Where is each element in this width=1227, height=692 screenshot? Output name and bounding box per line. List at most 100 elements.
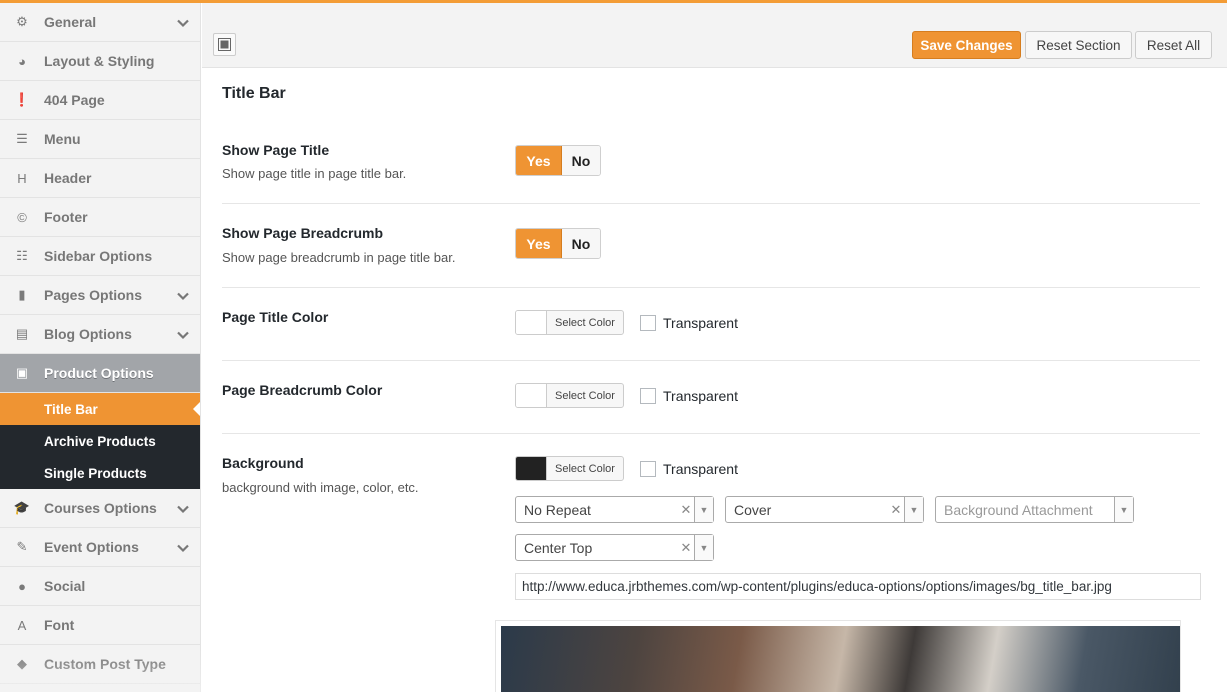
reset-all-button[interactable]: Reset All (1135, 31, 1212, 59)
submenu-item-single-products[interactable]: Single Products (0, 457, 200, 489)
toggle-yes-button[interactable]: Yes (516, 229, 562, 258)
menu-icon: ☰ (16, 131, 28, 146)
chevron-down-icon[interactable] (176, 541, 190, 555)
checkbox-box[interactable] (640, 315, 656, 331)
list-icon: ☷ (16, 248, 28, 263)
sidebar-item-footer[interactable]: © Footer (0, 198, 200, 237)
select-color-label: Select Color (555, 389, 615, 402)
copyright-icon: © (17, 209, 27, 225)
palette-icon: ◕ (18, 53, 26, 69)
field-description: background with image, color, etc. (222, 480, 419, 495)
expand-icon (218, 38, 231, 51)
clear-icon[interactable]: ✕ (888, 502, 904, 518)
background-position-select[interactable]: Center Top ✕ ▼ (515, 534, 714, 561)
sidebar-item-sidebar-options[interactable]: ☷ Sidebar Options (0, 237, 200, 276)
chevron-down-icon[interactable] (176, 328, 190, 342)
product-options-submenu: Title Bar Archive Products Single Products (0, 393, 200, 489)
reset-section-button[interactable]: Reset Section (1025, 31, 1132, 59)
select-color-label: Select Color (555, 316, 615, 329)
show-breadcrumb-toggle: Yes No (515, 228, 601, 259)
sidebar-item-label: General (44, 14, 97, 30)
checkbox-box[interactable] (640, 461, 656, 477)
color-swatch (516, 457, 547, 480)
save-changes-button[interactable]: Save Changes (912, 31, 1021, 59)
color-swatch (516, 311, 547, 334)
background-size-select[interactable]: Cover ✕ ▼ (725, 496, 924, 523)
dropdown-arrow-icon[interactable]: ▼ (904, 497, 923, 522)
breadcrumb-color-picker[interactable]: Select Color (515, 383, 624, 408)
sidebar-item-label: Custom Post Type (44, 656, 166, 672)
dropdown-arrow-icon[interactable]: ▼ (1114, 497, 1133, 522)
sidebar-item-blog-options[interactable]: ▤ Blog Options (0, 315, 200, 354)
field-description: Show page breadcrumb in page title bar. (222, 250, 456, 265)
sidebar-item-label: Social (44, 578, 86, 594)
sidebar-item-general[interactable]: ⚙ General (0, 3, 200, 42)
checkbox-label: Transparent (663, 315, 738, 331)
sidebar-item-header[interactable]: H Header (0, 159, 200, 198)
globe-icon: ● (18, 578, 26, 594)
select-color-label: Select Color (555, 462, 615, 475)
document-icon: ▤ (15, 326, 29, 341)
select-value: Center Top (524, 539, 593, 556)
field-title: Page Breadcrumb Color (222, 382, 383, 398)
checkbox-box[interactable] (640, 388, 656, 404)
clear-icon[interactable]: ✕ (678, 540, 694, 556)
clear-icon[interactable]: ✕ (678, 502, 694, 518)
field-title: Show Page Breadcrumb (222, 225, 384, 241)
sidebar-item-label: Footer (44, 209, 88, 225)
sidebar-item-layout-styling[interactable]: ◕ Layout & Styling (0, 42, 200, 81)
sidebar-item-menu[interactable]: ☰ Menu (0, 120, 200, 159)
select-value: Cover (734, 501, 772, 518)
title-color-transparent-checkbox[interactable]: Transparent (640, 315, 738, 331)
background-image-url-input[interactable] (515, 573, 1201, 600)
sidebar-item-font[interactable]: A Font (0, 606, 200, 645)
sidebar-item-label: Product Options (44, 365, 154, 381)
dropdown-arrow-icon[interactable]: ▼ (694, 535, 713, 560)
sidebar-item-event-options[interactable]: ✎ Event Options (0, 528, 200, 567)
background-color-picker[interactable]: Select Color (515, 456, 624, 481)
color-swatch (516, 384, 547, 407)
sidebar-item-label: 404 Page (44, 92, 105, 108)
chevron-down-icon[interactable] (176, 502, 190, 516)
sidebar-item-courses-options[interactable]: 🎓 Courses Options (0, 489, 200, 528)
sidebar-item-product-options[interactable]: ▣ Product Options (0, 354, 200, 393)
sidebar-item-404-page[interactable]: ❗ 404 Page (0, 81, 200, 120)
sidebar-item-label: Header (44, 170, 92, 186)
dropdown-arrow-icon[interactable]: ▼ (694, 497, 713, 522)
sidebar-item-label: Layout & Styling (44, 53, 155, 69)
toggle-yes-button[interactable]: Yes (516, 146, 562, 175)
toggle-no-button[interactable]: No (562, 146, 600, 175)
exclamation-circle-icon: ❗ (13, 92, 31, 107)
expand-options-button[interactable] (213, 33, 236, 56)
field-show-page-breadcrumb: Show Page Breadcrumb Show page breadcrum… (222, 204, 1200, 288)
submenu-item-title-bar[interactable]: Title Bar (0, 393, 200, 425)
header-icon: H (17, 170, 27, 186)
field-description: Show page title in page title bar. (222, 166, 407, 181)
section-title: Title Bar (222, 85, 286, 102)
sidebar-item-social[interactable]: ● Social (0, 567, 200, 606)
background-image-preview (495, 620, 1181, 692)
field-show-page-title: Show Page Title Show page title in page … (222, 137, 1200, 204)
field-title: Background (222, 455, 304, 471)
chevron-down-icon[interactable] (176, 16, 190, 30)
options-sidebar: ⚙ General ◕ Layout & Styling ❗ 404 Page ☰ Menu H… (0, 3, 201, 692)
background-attachment-select[interactable]: Background Attachment ▼ (935, 496, 1134, 523)
sidebar-item-pages-options[interactable]: ▮ Pages Options (0, 276, 200, 315)
title-color-picker[interactable]: Select Color (515, 310, 624, 335)
submenu-item-archive-products[interactable]: Archive Products (0, 425, 200, 457)
field-title: Show Page Title (222, 142, 330, 158)
background-transparent-checkbox[interactable]: Transparent (640, 461, 738, 477)
graduation-cap-icon: 🎓 (13, 500, 31, 515)
preview-image (501, 626, 1180, 692)
sidebar-item-label: Pages Options (44, 287, 143, 303)
toggle-no-button[interactable]: No (562, 229, 600, 258)
chevron-down-icon[interactable] (176, 289, 190, 303)
options-header-bar: Save Changes Reset Section Reset All (202, 3, 1227, 68)
field-page-title-color: Page Title Color Select Color Transparen… (222, 288, 1200, 361)
options-main-panel: Title Bar Show Page Title Show page titl… (202, 69, 1227, 692)
gears-icon: ⚙ (16, 14, 28, 29)
sidebar-item-label: Font (44, 617, 75, 633)
sidebar-item-custom-post-type[interactable]: ◆ Custom Post Type (0, 645, 200, 684)
background-repeat-select[interactable]: No Repeat ✕ ▼ (515, 496, 714, 523)
breadcrumb-color-transparent-checkbox[interactable]: Transparent (640, 388, 738, 404)
